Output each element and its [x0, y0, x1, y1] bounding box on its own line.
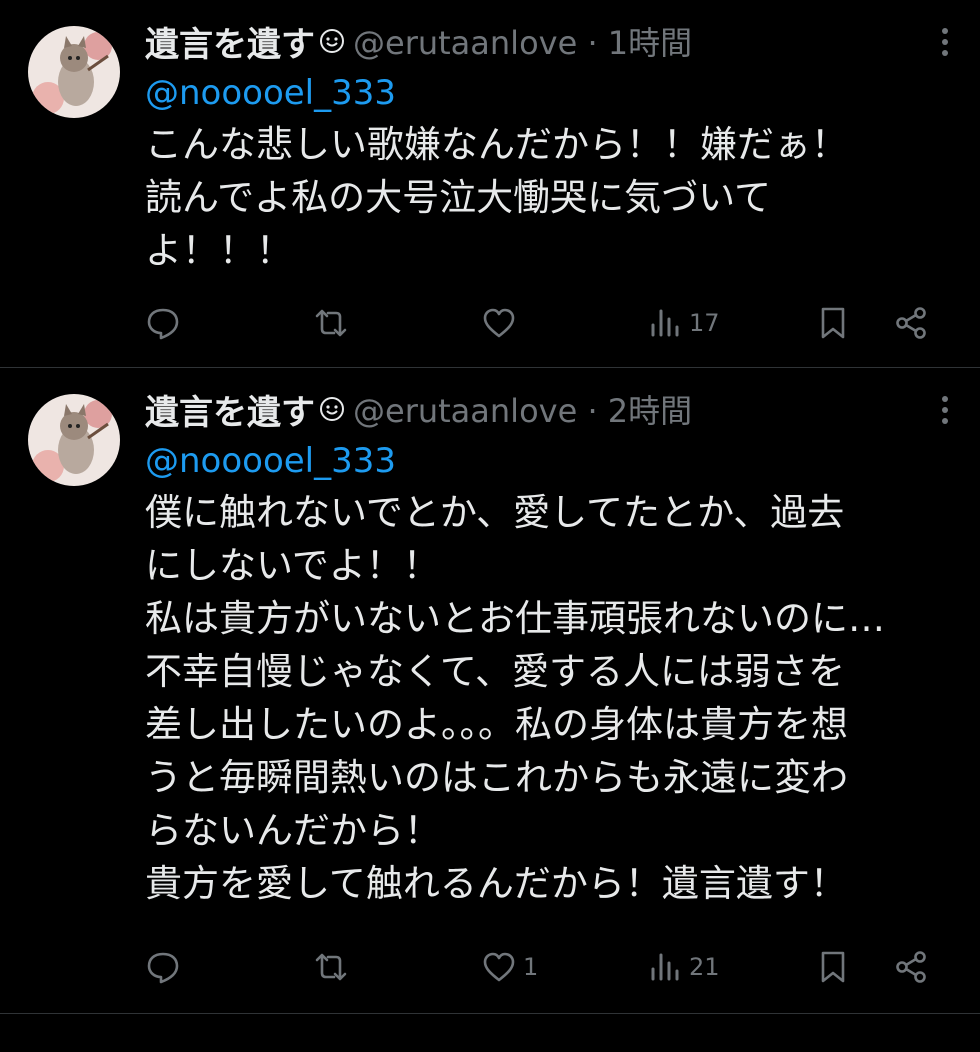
bar-chart-icon [651, 309, 679, 337]
reply-button[interactable] [145, 942, 181, 992]
tweet[interactable]: 遺言を遺す @erutaanlove · 2時間 @nooooel_333 僕に… [0, 368, 980, 1014]
tweet-text-line: こんな悲しい歌嫌なんだから！！嫌だぁ！ [145, 123, 848, 166]
tweet-header: 遺言を遺す @erutaanlove · 1時間 [145, 14, 920, 68]
avatar[interactable] [28, 394, 120, 486]
view-count: 21 [689, 953, 720, 981]
speech-bubble-icon [147, 308, 179, 340]
tweet-text-line: 読んでよ私の大号泣大慟哭に気づいて [145, 176, 772, 219]
tweet-text-line: よ！！！ [145, 229, 293, 272]
bar-chart-icon [651, 953, 679, 981]
tweet-text: 僕に触れないでとか、愛してたとか、過去 にしないでよ！！ 私は貴方がいないとお仕… [145, 486, 920, 910]
action-bar: 17 [145, 298, 940, 348]
reply-button[interactable] [145, 298, 181, 348]
tweet-text-line: 私は貴方がいないとお仕事頑張れないのに… [145, 597, 885, 640]
share-button[interactable] [893, 298, 929, 348]
retweet-button[interactable] [313, 298, 349, 348]
timeline: 遺言を遺す @erutaanlove · 1時間 @nooooel_333 こん… [0, 0, 980, 1014]
heart-icon [483, 952, 515, 982]
action-bar: 1 21 [145, 942, 940, 992]
tweet-text-line: 貴方を愛して触れるんだから！遺言遺す！ [145, 862, 847, 905]
views-button[interactable]: 21 [647, 942, 720, 992]
bookmark-button[interactable] [815, 942, 851, 992]
retweet-icon [315, 309, 347, 337]
author-name[interactable]: 遺言を遺す [145, 385, 315, 434]
avatar[interactable] [28, 26, 120, 118]
tweet-header: 遺言を遺す @erutaanlove · 2時間 [145, 382, 920, 436]
tweet-text-line: 不幸自慢じゃなくて、愛する人には弱さを [145, 650, 846, 693]
author-name[interactable]: 遺言を遺す [145, 17, 315, 66]
tweet-text-line: にしないでよ！！ [145, 544, 440, 587]
tweet-text-line: 差し出したいのよ。。。私の身体は貴方を想 [145, 703, 848, 746]
retweet-icon [315, 953, 347, 981]
reply-mention[interactable]: @nooooel_333 [145, 68, 920, 118]
reply-mention[interactable]: @nooooel_333 [145, 436, 920, 486]
share-button[interactable] [893, 942, 929, 992]
more-options-icon[interactable] [938, 396, 952, 436]
bookmark-icon [821, 307, 845, 339]
tweet-text-line: 僕に触れないでとか、愛してたとか、過去 [145, 491, 845, 534]
like-button[interactable]: 1 [481, 942, 538, 992]
view-count: 17 [689, 309, 720, 337]
tweet-text: こんな悲しい歌嫌なんだから！！嫌だぁ！ 読んでよ私の大号泣大慟哭に気づいて よ！… [145, 118, 920, 277]
tweet[interactable]: 遺言を遺す @erutaanlove · 1時間 @nooooel_333 こん… [0, 0, 980, 368]
smiley-icon [320, 29, 344, 53]
more-options-icon[interactable] [938, 28, 952, 68]
retweet-button[interactable] [313, 942, 349, 992]
views-button[interactable]: 17 [647, 298, 720, 348]
tweet-text-line: らないんだから！ [145, 809, 441, 852]
like-button[interactable] [481, 298, 523, 348]
share-icon [896, 951, 926, 983]
handle-and-time[interactable]: @erutaanlove · 2時間 [353, 386, 692, 432]
share-icon [896, 307, 926, 339]
like-count: 1 [523, 953, 539, 981]
tweet-text-line: うと毎瞬間熱いのはこれからも永遠に変わ [145, 756, 848, 799]
smiley-icon [320, 397, 344, 421]
bookmark-icon [821, 951, 845, 983]
speech-bubble-icon [147, 952, 179, 984]
bookmark-button[interactable] [815, 298, 851, 348]
heart-icon [483, 308, 515, 338]
handle-and-time[interactable]: @erutaanlove · 1時間 [353, 18, 692, 64]
